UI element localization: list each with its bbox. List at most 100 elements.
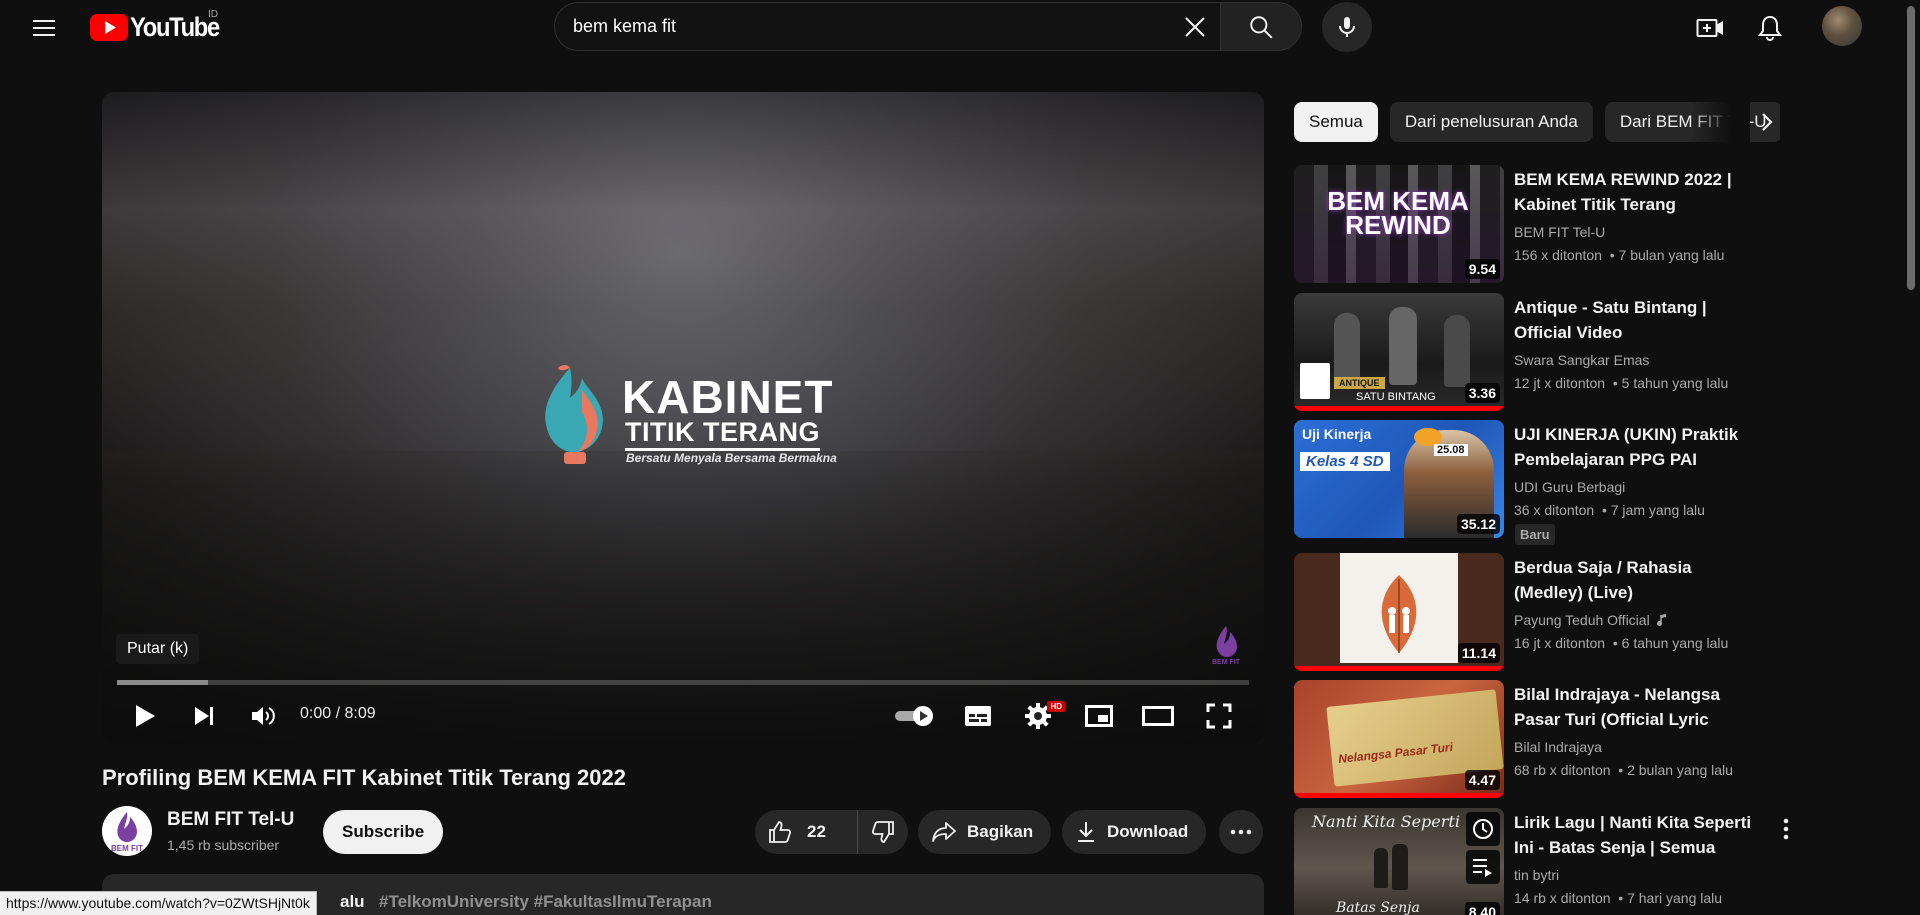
recommendation-title: Lirik Lagu | Nanti Kita Seperti Ini - Ba…: [1514, 813, 1752, 857]
recommendation-item[interactable]: BEM KEMA REWIND 9.54 BEM KEMA REWIND 202…: [1294, 165, 1784, 283]
voice-search-button[interactable]: [1322, 2, 1372, 52]
clear-search-button[interactable]: [1178, 10, 1212, 44]
channel-name[interactable]: BEM FIT Tel-U: [167, 809, 294, 831]
video-player[interactable]: KABINET TITIK TERANG Bersatu Menyala Ber…: [102, 92, 1264, 744]
subtitles-button[interactable]: [953, 691, 1003, 741]
watched-progress: [1294, 406, 1504, 411]
play-icon: [136, 705, 155, 727]
recommendation-title: Bilal Indrajaya - Nelangsa Pasar Turi (O…: [1514, 685, 1720, 729]
thumbnail-caption: Nanti Kita Seperti: [1312, 812, 1460, 831]
youtube-play-logo-icon: [90, 13, 128, 41]
search-input[interactable]: [573, 16, 1220, 37]
video-thumbnail[interactable]: Nelangsa Pasar Turi 4.47: [1294, 680, 1504, 798]
duration-badge: 8.40: [1464, 902, 1500, 915]
chips-fade: [1690, 102, 1750, 142]
kabinet-flame-logo-icon: [545, 365, 603, 464]
video-thumbnail[interactable]: ANTIQUE SATU BINTANG 3.36: [1294, 293, 1504, 411]
recommendation-more-button[interactable]: [1774, 814, 1798, 844]
scrollbar-thumb[interactable]: [1907, 6, 1915, 290]
dislike-button[interactable]: [858, 810, 908, 854]
recommendation-views: 36 x ditonton: [1514, 502, 1595, 518]
recommendation-title: Berdua Saja / Rahasia (Medley) (Live): [1514, 558, 1692, 602]
menu-button[interactable]: [24, 8, 64, 48]
recommendation-item[interactable]: Uji Kinerja Kelas 4 SD 25.08 35.12 UJI K…: [1294, 420, 1784, 545]
video-thumbnail[interactable]: BEM KEMA REWIND 9.54: [1294, 165, 1504, 283]
settings-button[interactable]: HD: [1013, 691, 1065, 741]
create-button[interactable]: [1690, 8, 1730, 48]
recommendation-views: 12 jt x ditonton: [1514, 375, 1606, 391]
search-button[interactable]: [1220, 2, 1302, 51]
recommendation-item[interactable]: Nelangsa Pasar Turi 4.47 Bilal Indrajaya…: [1294, 680, 1784, 798]
share-icon: [932, 822, 956, 842]
chips-next-button[interactable]: [1747, 102, 1787, 142]
like-count: 22: [807, 822, 826, 841]
subscriber-count: 1,45 rb subscriber: [167, 837, 280, 853]
video-thumbnail[interactable]: Uji Kinerja Kelas 4 SD 25.08 35.12: [1294, 420, 1504, 538]
miniplayer-button[interactable]: [1074, 691, 1124, 741]
duration-badge: 11.14: [1457, 643, 1500, 663]
share-label: Bagikan: [967, 822, 1034, 841]
thumbnail-label: Batas Senja: [1336, 900, 1420, 915]
recommendation-meta: 14 rb x ditonton • 7 hari yang lalu: [1514, 890, 1723, 906]
fullscreen-button[interactable]: [1194, 691, 1244, 741]
logo-text: YouTube: [130, 11, 220, 42]
channel-avatar-text: BEM FIT: [111, 844, 143, 853]
recommendation-item[interactable]: ANTIQUE SATU BINTANG 3.36 Antique - Satu…: [1294, 293, 1784, 411]
page-scrollbar[interactable]: [1903, 0, 1920, 915]
like-button[interactable]: 22: [755, 810, 858, 854]
recommendation-item[interactable]: Nanti Kita Seperti Batas Senja 8.40 Liri…: [1294, 808, 1789, 915]
recommendation-title: Antique - Satu Bintang | Official Video: [1514, 298, 1707, 342]
recommendation-title: UJI KINERJA (UKIN) Praktik Pembelajaran …: [1514, 425, 1739, 469]
thumbnail-caption: SATU BINTANG: [1356, 391, 1436, 403]
clock-icon: [1473, 819, 1493, 839]
channel-avatar[interactable]: BEM FIT: [102, 806, 152, 856]
recommendation-age: 5 tahun yang lalu: [1621, 375, 1729, 391]
new-badge: Baru: [1515, 524, 1555, 545]
country-code: ID: [208, 9, 218, 20]
thumbs-down-icon: [871, 821, 894, 843]
bem-fit-logo-icon: BEM FIT: [111, 812, 143, 853]
video-thumbnail[interactable]: Nanti Kita Seperti Batas Senja 8.40: [1294, 808, 1504, 915]
chip-all[interactable]: Semua: [1294, 102, 1378, 142]
video-thumbnail[interactable]: 11.14: [1294, 553, 1504, 671]
fullscreen-icon: [1206, 703, 1232, 729]
duration-badge: 3.36: [1464, 383, 1500, 403]
description-partial-text: alu: [340, 892, 365, 911]
like-dislike-group: 22: [755, 810, 908, 854]
account-avatar[interactable]: [1822, 6, 1862, 46]
description-hashtags[interactable]: #TelkomUniversity #FakultasIlmuTerapan: [379, 892, 712, 912]
chevron-right-icon: [1762, 113, 1773, 131]
search-icon: [1250, 15, 1273, 39]
duration-badge: 9.54: [1464, 259, 1500, 279]
chip-from-search[interactable]: Dari penelusuran Anda: [1389, 102, 1593, 142]
recommendation-age: 6 tahun yang lalu: [1621, 635, 1729, 651]
recommendation-channel-name: Bilal Indrajaya: [1514, 739, 1602, 755]
progress-bar[interactable]: [117, 680, 1249, 685]
watermark-text: BEM FIT: [1212, 659, 1241, 666]
recommendation-channel-name: Swara Sangkar Emas: [1514, 352, 1650, 368]
theater-mode-button[interactable]: [1133, 691, 1183, 741]
more-actions-button[interactable]: [1219, 810, 1263, 854]
recommendation-item[interactable]: 11.14 Berdua Saja / Rahasia (Medley) (Li…: [1294, 553, 1784, 671]
thumbnail-date: 25.08: [1434, 444, 1468, 456]
watched-progress: [1294, 666, 1504, 671]
thumbnail-caption: Uji Kinerja: [1302, 426, 1372, 442]
channel-watermark[interactable]: BEM FIT: [1208, 622, 1244, 666]
next-button[interactable]: [179, 691, 229, 741]
top-bar: YouTube ID: [0, 0, 1920, 56]
share-button[interactable]: Bagikan: [918, 810, 1052, 854]
create-video-icon: [1696, 19, 1723, 37]
recommendation-meta: 156 x ditonton • 7 bulan yang lalu: [1514, 247, 1725, 263]
watch-later-button[interactable]: [1466, 812, 1500, 846]
mute-button[interactable]: [238, 691, 288, 741]
download-icon: [1078, 822, 1094, 842]
play-tooltip: Putar (k): [116, 634, 200, 664]
autoplay-toggle[interactable]: [890, 691, 940, 741]
add-to-queue-button[interactable]: [1466, 850, 1500, 884]
notifications-button[interactable]: [1750, 8, 1790, 48]
play-button[interactable]: [120, 691, 170, 741]
download-button[interactable]: Download: [1062, 810, 1207, 854]
subscribe-button[interactable]: Subscribe: [323, 810, 444, 854]
recommendation-channel: tin bytri: [1514, 867, 1559, 883]
overlay-tagline: Bersatu Menyala Bersama Bermakna: [626, 451, 837, 465]
